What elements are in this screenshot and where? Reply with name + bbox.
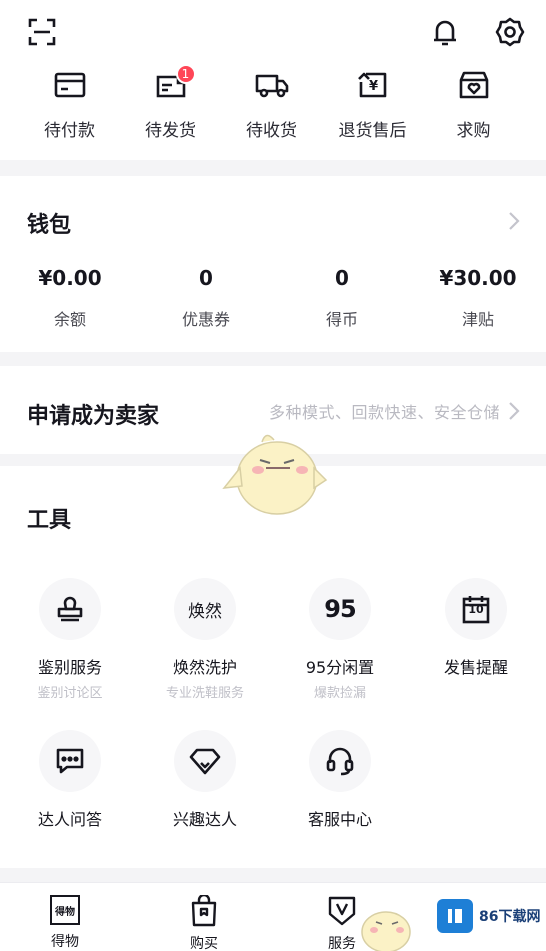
watermark-text: 86下载网 — [479, 909, 541, 925]
dewu-logo-text: 得物 — [55, 906, 75, 918]
order-pending-shipment[interactable]: 1 待发货 — [120, 64, 221, 141]
tool-sublabel: 专业洗鞋服务 — [165, 686, 244, 701]
tab-label: 得物 — [51, 934, 79, 950]
chat-bubble-icon — [56, 748, 84, 774]
heart-box-icon — [457, 68, 491, 102]
order-label: 待收货 — [246, 121, 297, 141]
scan-icon[interactable] — [24, 14, 60, 50]
tool-label: 客服中心 — [307, 810, 372, 829]
huanran-logo-icon: 焕然 — [188, 601, 222, 622]
order-returns[interactable]: ¥ 退货售后 — [322, 68, 423, 141]
tool-washing-care[interactable]: 焕然 焕然洗护 专业洗鞋服务 — [137, 578, 273, 701]
wallet-label: 余额 — [53, 310, 86, 329]
seller-subtitle: 多种模式、回款快速、安全仓储 — [268, 403, 500, 422]
tool-label: 焕然洗护 — [172, 658, 237, 677]
return-yen-icon: ¥ — [356, 68, 390, 102]
stamp-icon — [57, 596, 83, 622]
chevron-right-icon — [509, 212, 520, 230]
tools-section: 工具 鉴别服务 鉴别讨论区 焕然 焕然洗护 专业洗鞋服务 95 95分闲置 爆款… — [0, 466, 546, 868]
watermark-logo: 86下载网 — [437, 899, 540, 933]
dewu-logo-icon: 得物 — [50, 895, 80, 925]
shopping-bag-icon — [191, 895, 217, 927]
gear-icon[interactable] — [492, 14, 528, 50]
order-label: 求购 — [456, 121, 491, 141]
tab-label: 服务 — [328, 936, 356, 951]
tool-label: 95分闲置 — [305, 658, 375, 677]
tool-label: 鉴别服务 — [37, 658, 102, 677]
order-status-row: 待付款 1 待发货 待收货 ¥ 退货售后 求购 — [0, 64, 546, 141]
wallet-title: 钱包 — [27, 213, 72, 238]
wallet-balance[interactable]: ¥0.00 余额 — [2, 266, 138, 330]
wallet-value: ¥30.00 — [439, 266, 517, 290]
wallet-value: 0 — [199, 266, 213, 290]
wallet-section[interactable]: 钱包 ¥0.00 余额 0 优惠券 0 得币 ¥30.00 津贴 — [0, 176, 546, 352]
tool-expert-qa[interactable]: 达人问答 — [2, 730, 138, 830]
tool-release-reminder[interactable]: 10 发售提醒 — [408, 578, 544, 678]
wallet-coupons[interactable]: 0 优惠券 — [138, 266, 274, 330]
calendar-date: 10 — [468, 603, 484, 616]
watermark-box-icon — [437, 899, 473, 933]
tab-dewu[interactable]: 得物 得物 — [20, 895, 110, 951]
chevron-right-icon — [509, 402, 520, 420]
seller-title: 申请成为卖家 — [27, 404, 160, 429]
mascot-sticker — [222, 434, 328, 515]
mascot-sticker — [361, 911, 411, 951]
diamond-icon — [189, 748, 221, 775]
wallet-value: ¥0.00 — [38, 266, 102, 290]
order-label: 待付款 — [44, 121, 95, 141]
wallet-value: 0 — [335, 266, 349, 290]
package-out-icon: 1 — [154, 64, 196, 102]
headset-icon — [326, 747, 354, 776]
order-pending-payment[interactable]: 待付款 — [19, 68, 120, 141]
tool-interest-expert[interactable]: 兴趣达人 — [137, 730, 273, 830]
tool-authentication[interactable]: 鉴别服务 鉴别讨论区 — [2, 578, 138, 701]
tab-label: 购买 — [190, 936, 218, 951]
wallet-allowance[interactable]: ¥30.00 津贴 — [410, 266, 546, 330]
tool-sublabel: 爆款捡漏 — [313, 686, 366, 701]
bell-icon[interactable] — [427, 14, 463, 50]
order-badge: 1 — [175, 64, 196, 84]
tool-sublabel: 鉴别讨论区 — [37, 686, 103, 701]
wallet-label: 得币 — [325, 310, 358, 329]
truck-icon — [255, 68, 289, 102]
order-label: 待发货 — [145, 121, 196, 141]
order-pending-receipt[interactable]: 待收货 — [221, 68, 322, 141]
tool-label: 发售提醒 — [443, 658, 508, 677]
wallet-stats: ¥0.00 余额 0 优惠券 0 得币 ¥30.00 津贴 — [0, 266, 546, 330]
tools-title: 工具 — [27, 508, 72, 533]
tool-95-idle[interactable]: 95 95分闲置 爆款捡漏 — [272, 578, 408, 701]
order-label: 退货售后 — [338, 121, 407, 141]
tool-label: 兴趣达人 — [172, 810, 237, 829]
svg-text:¥: ¥ — [369, 79, 378, 94]
tab-buy[interactable]: 购买 — [159, 895, 249, 951]
wallet-coins[interactable]: 0 得币 — [274, 266, 410, 330]
order-section: 待付款 1 待发货 待收货 ¥ 退货售后 求购 — [0, 0, 546, 160]
wallet-label: 优惠券 — [181, 310, 230, 329]
order-wanted[interactable]: 求购 — [423, 68, 524, 141]
95-logo-icon: 95 — [324, 595, 356, 623]
tool-label: 达人问答 — [37, 810, 102, 829]
wallet-card-icon — [53, 68, 87, 102]
tool-customer-service[interactable]: 客服中心 — [272, 730, 408, 830]
wallet-label: 津贴 — [461, 310, 494, 329]
